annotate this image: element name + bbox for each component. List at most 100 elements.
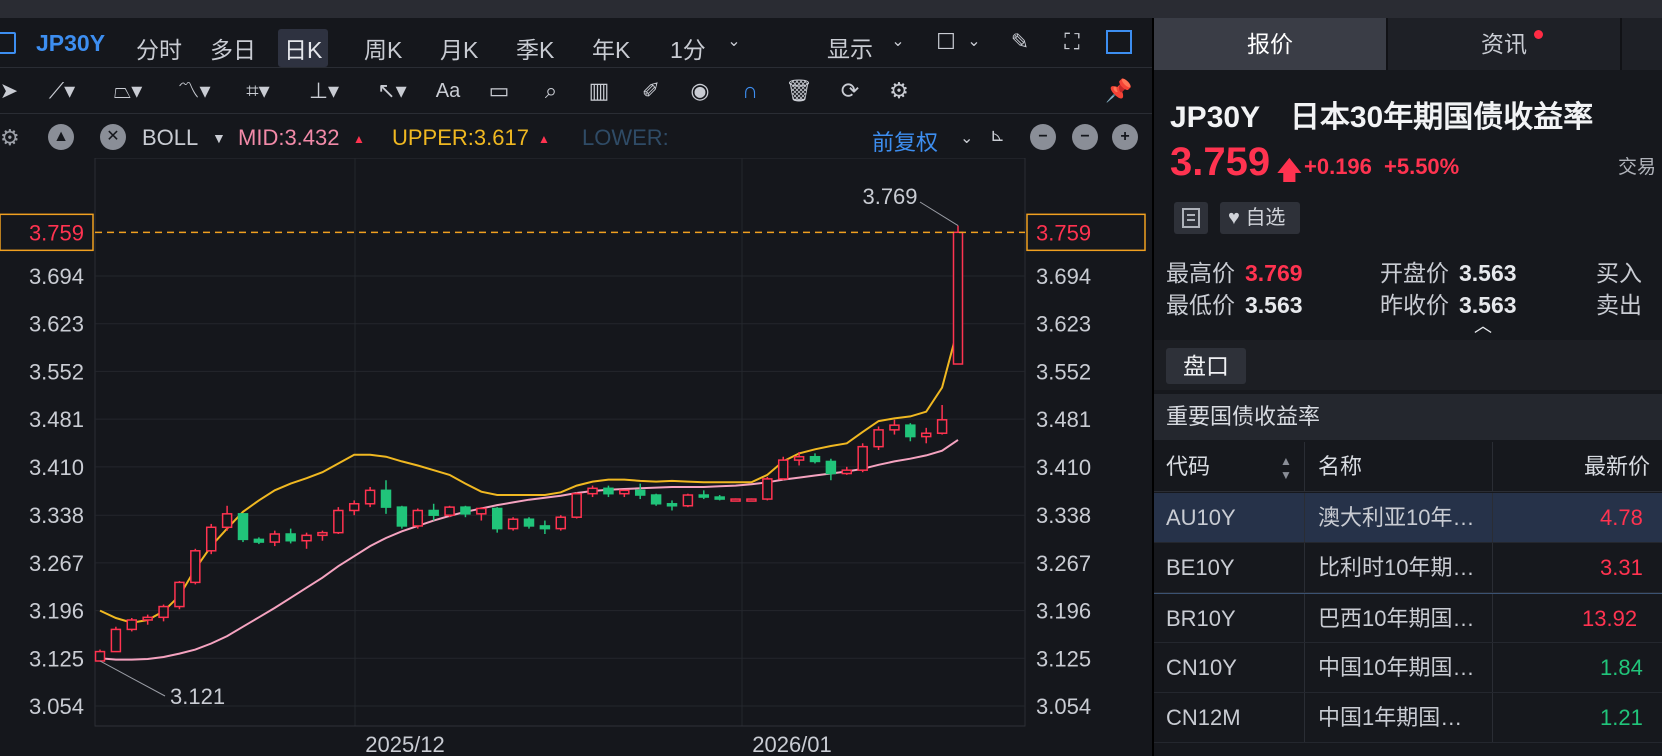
candle-body bbox=[126, 619, 138, 631]
candle-body bbox=[587, 487, 598, 495]
channel-tool-icon[interactable]: ⏢▾ bbox=[104, 76, 152, 106]
candle-body bbox=[841, 469, 853, 475]
window-top-strip bbox=[0, 0, 1662, 18]
chevron-up-icon[interactable]: ︿ bbox=[1474, 312, 1492, 338]
candle-body bbox=[476, 507, 487, 515]
candle-body bbox=[682, 494, 694, 507]
price-change: +0.196 bbox=[1304, 154, 1372, 179]
table-row[interactable]: BE10Y 比利时10年期… 3.31 bbox=[1154, 543, 1662, 593]
chevron-down-icon[interactable]: ⌄ bbox=[960, 28, 988, 56]
gear-icon[interactable]: ⚙ bbox=[884, 76, 914, 106]
stat-low: 最低价 3.563 bbox=[1166, 286, 1303, 320]
pin-icon[interactable]: 📌 bbox=[1104, 76, 1134, 106]
indicator-name[interactable]: BOLL bbox=[142, 125, 198, 151]
text-tool-icon[interactable]: Aa bbox=[432, 76, 464, 106]
search-icon[interactable]: ⌕ bbox=[536, 76, 566, 106]
period-tab-yearly[interactable]: 年K bbox=[586, 29, 636, 67]
candle bbox=[762, 476, 773, 501]
candle-body bbox=[936, 419, 948, 434]
adjust-dropdown[interactable]: 前复权 bbox=[872, 125, 938, 157]
fullscreen-icon[interactable]: ⛶ bbox=[1058, 28, 1086, 56]
period-tab-1min[interactable]: 1分 bbox=[664, 29, 712, 67]
vertical-line-icon[interactable]: ⊥▾ bbox=[300, 76, 348, 106]
sync-icon[interactable]: ⟳ bbox=[834, 76, 866, 106]
minus-circle-icon[interactable]: − bbox=[1072, 124, 1098, 150]
chevron-down-icon[interactable]: ⌄ bbox=[960, 128, 973, 148]
trash-icon[interactable]: 🗑 bbox=[784, 76, 814, 106]
candle bbox=[396, 505, 408, 529]
candle bbox=[825, 458, 837, 481]
candle-body bbox=[301, 534, 312, 542]
close-icon[interactable]: ✕ bbox=[100, 124, 126, 150]
quote-symbol: JP30Y bbox=[1170, 101, 1260, 134]
note-button[interactable] bbox=[1174, 202, 1208, 234]
eye-icon[interactable]: ◉ bbox=[684, 76, 716, 106]
display-dropdown[interactable]: 显示 bbox=[827, 30, 873, 64]
checkbox-icon[interactable]: ☐ bbox=[932, 28, 960, 56]
wave-tool-icon[interactable]: 〽▾ bbox=[170, 76, 218, 106]
candle-tool-icon[interactable]: ▥ bbox=[584, 76, 614, 106]
period-tab-quarterly[interactable]: 季K bbox=[510, 29, 560, 67]
candle bbox=[666, 500, 678, 511]
chevron-down-icon[interactable]: ⌄ bbox=[884, 28, 912, 56]
watchlist-button[interactable]: ♥ 自选 bbox=[1220, 202, 1300, 234]
order-book-button[interactable]: 盘口 bbox=[1166, 348, 1246, 384]
cursor-icon[interactable]: ➤ bbox=[0, 76, 20, 106]
row-code: AU10Y bbox=[1166, 505, 1236, 530]
period-tab-fenshi[interactable]: 分时 bbox=[130, 29, 188, 67]
table-row[interactable]: CN12M 中国1年期国… 1.21 bbox=[1154, 693, 1662, 743]
tab-quote[interactable]: 报价 bbox=[1154, 18, 1388, 70]
candle-body bbox=[412, 509, 424, 527]
period-tab-monthly[interactable]: 月K bbox=[434, 29, 484, 67]
price-chart[interactable]: 3.694 3.694 3.623 3.623 3.552 3.552 3.481 3.481… bbox=[0, 158, 1152, 756]
period-tab-weekly[interactable]: 周K bbox=[358, 29, 408, 67]
table-row[interactable]: BR10Y 巴西10年期国… 13.92 bbox=[1154, 593, 1662, 643]
candle-body bbox=[920, 432, 932, 438]
stat-high-value: 3.769 bbox=[1245, 260, 1303, 286]
candle-body bbox=[333, 509, 344, 534]
y-tick-label: 3.196 bbox=[29, 599, 84, 624]
minus-circle-icon[interactable]: − bbox=[1030, 124, 1056, 150]
row-name: 澳大利亚10年… bbox=[1318, 505, 1475, 530]
y-tick-label: 3.623 bbox=[1036, 312, 1091, 337]
candle-body bbox=[634, 489, 646, 496]
panel-toggle-icon[interactable] bbox=[1106, 30, 1132, 54]
period-tab-daily[interactable]: 日K bbox=[278, 29, 329, 67]
axis-scale-icon[interactable]: ⊾ bbox=[990, 125, 1005, 146]
tab-news[interactable]: 资讯 bbox=[1388, 18, 1622, 70]
candle bbox=[920, 427, 932, 444]
pen-icon[interactable]: ✐ bbox=[636, 76, 666, 106]
collapse-icon[interactable]: ▲ bbox=[48, 124, 74, 150]
col-name[interactable]: 名称 bbox=[1318, 442, 1362, 492]
col-price[interactable]: 最新价 bbox=[1584, 442, 1650, 492]
chevron-down-icon[interactable]: ▼ bbox=[212, 130, 226, 146]
stat-open: 开盘价 3.563 bbox=[1380, 254, 1517, 288]
symbol-label[interactable]: JP30Y bbox=[36, 30, 105, 57]
candle bbox=[237, 513, 249, 543]
brush-icon[interactable]: ✎ bbox=[1006, 28, 1034, 56]
arrow-tool-icon[interactable]: ↖▾ bbox=[370, 76, 414, 106]
table-row[interactable]: CN10Y 中国10年期国… 1.84 bbox=[1154, 643, 1662, 693]
col-code[interactable]: 代码 bbox=[1166, 442, 1210, 492]
candle bbox=[539, 520, 551, 534]
gann-tool-icon[interactable]: ⌗▾ bbox=[234, 76, 282, 106]
sort-icon[interactable]: ▲ ▼ bbox=[1280, 454, 1292, 482]
up-arrow-icon: 🡅 bbox=[1276, 155, 1303, 185]
chevron-down-icon[interactable]: ⌄ bbox=[720, 28, 748, 56]
candle bbox=[682, 493, 694, 508]
candle-body bbox=[285, 533, 296, 542]
plus-circle-icon[interactable]: + bbox=[1112, 124, 1138, 150]
magnet-icon[interactable]: ∩ bbox=[734, 76, 766, 106]
line-tool-icon[interactable]: ⟋▾ bbox=[40, 76, 84, 106]
gear-icon[interactable]: ⚙ bbox=[0, 125, 20, 151]
candle bbox=[253, 537, 265, 545]
candle-body bbox=[698, 494, 710, 498]
chart-panel: JP30Y 分时 多日 日K 周K 月K 季K 年K 1分 ⌄ 显示 ⌄ ☐ ⌄… bbox=[0, 18, 1152, 756]
period-tab-multiday[interactable]: 多日 bbox=[204, 29, 262, 67]
layout-icon[interactable] bbox=[0, 32, 16, 54]
candle bbox=[714, 495, 725, 501]
table-row[interactable]: AU10Y 澳大利亚10年… 4.78 bbox=[1154, 493, 1662, 543]
comment-icon[interactable]: ▭ bbox=[484, 76, 514, 106]
row-value: 3.31 bbox=[1600, 555, 1643, 580]
candle bbox=[603, 485, 614, 498]
